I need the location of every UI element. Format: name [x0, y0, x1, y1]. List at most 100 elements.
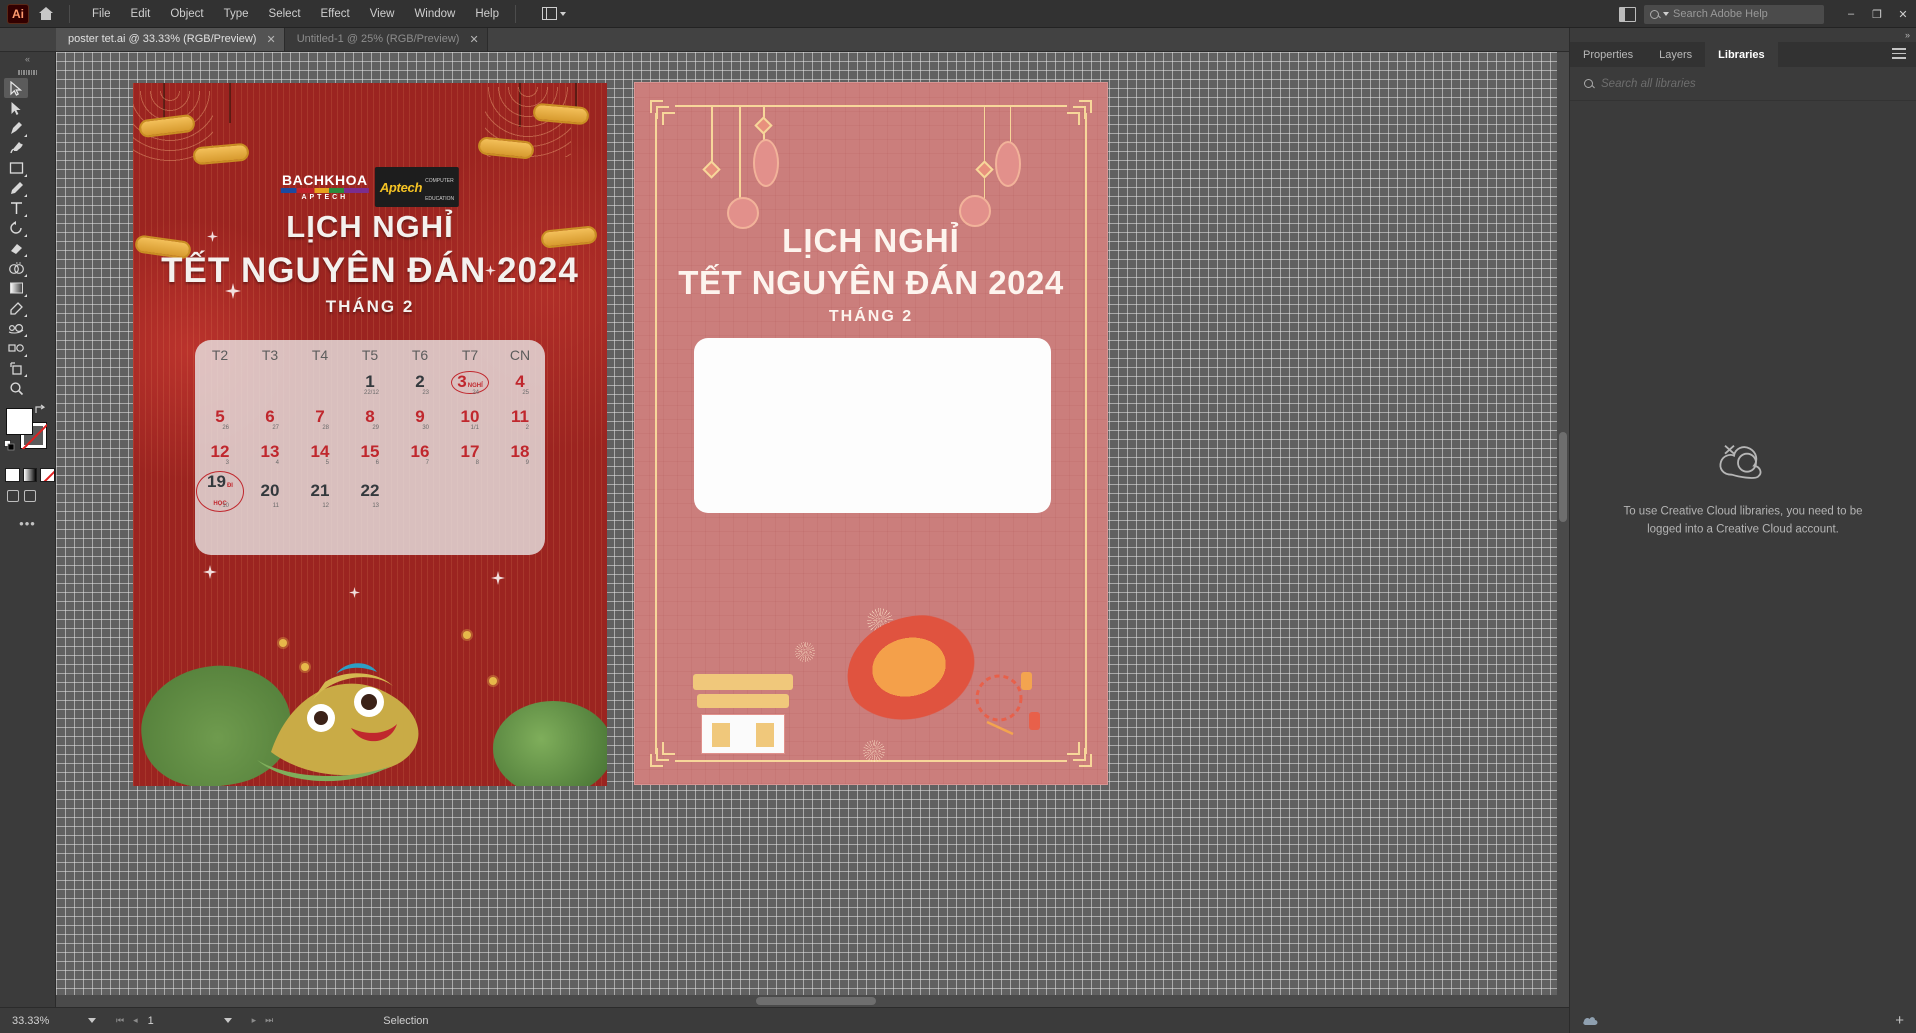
artboard-dropdown-icon[interactable]: [223, 1018, 232, 1023]
add-library-item-button[interactable]: +: [1895, 1012, 1904, 1029]
canvas-horizontal-scrollbar[interactable]: [56, 995, 1557, 1007]
calendar-day-number: 19: [207, 472, 226, 491]
edit-toolbar-button[interactable]: •••: [0, 516, 55, 531]
fill-swatch[interactable]: [6, 408, 33, 435]
close-icon[interactable]: ✕: [469, 33, 478, 46]
menu-help[interactable]: Help: [465, 0, 509, 28]
previous-artboard-icon[interactable]: ◂: [133, 1015, 138, 1026]
rectangle-tool[interactable]: [4, 158, 28, 178]
tab-properties[interactable]: Properties: [1570, 42, 1646, 67]
symbol-sprayer-tool[interactable]: [4, 338, 28, 358]
menu-view[interactable]: View: [360, 0, 405, 28]
calendar-day-highlight: 3NGHỈ: [451, 371, 489, 394]
lantern-string: [229, 83, 231, 123]
calendar-lunar-date: 8: [475, 460, 479, 466]
full-screen-mode-button[interactable]: [24, 490, 36, 502]
tool-group-indicator: [24, 354, 27, 357]
tab-layers[interactable]: Layers: [1646, 42, 1705, 67]
artboard-canvas[interactable]: BACHKHOA APTECH Aptech COMPUTER EDUCATIO…: [56, 52, 1569, 1007]
tab-libraries[interactable]: Libraries: [1705, 42, 1778, 67]
calendar-day-number: 15: [360, 442, 380, 461]
none-fill-button[interactable]: [40, 468, 56, 482]
calendar-empty-cell: [445, 470, 495, 513]
menu-window[interactable]: Window: [404, 0, 465, 28]
poster2-content-placeholder[interactable]: [694, 338, 1051, 513]
curvature-tool[interactable]: [4, 138, 28, 158]
poster2-frame-left: [655, 113, 657, 754]
direct-selection-tool[interactable]: [4, 98, 28, 118]
eyedropper-tool[interactable]: [4, 298, 28, 318]
menu-object[interactable]: Object: [160, 0, 213, 28]
menu-file[interactable]: File: [82, 0, 121, 28]
zoom-dropdown-icon[interactable]: [88, 1018, 96, 1023]
shape-builder-tool[interactable]: [4, 258, 28, 278]
gradient-tool[interactable]: [4, 278, 28, 298]
window-controls: – ❐ ✕: [1838, 0, 1916, 28]
minimize-button[interactable]: –: [1838, 0, 1864, 28]
zoom-level-field[interactable]: 33.33%: [12, 1015, 74, 1027]
artboard-tool[interactable]: [4, 358, 28, 378]
blend-tool[interactable]: [4, 318, 28, 338]
help-search-input[interactable]: Search Adobe Help: [1644, 4, 1824, 24]
poster1-subtitle: THÁNG 2: [325, 297, 415, 316]
calendar-lunar-date: 7: [425, 460, 429, 466]
zoom-tool[interactable]: [4, 378, 28, 398]
type-tool[interactable]: [4, 198, 28, 218]
gradient-fill-button[interactable]: [22, 468, 38, 482]
selection-tool[interactable]: [4, 78, 28, 98]
calendar-day-number: 5: [215, 407, 225, 426]
calendar-day-cell: 15 6: [345, 435, 395, 470]
toolbar-collapse-handle[interactable]: «: [0, 52, 55, 66]
calendar-header-t3: T3: [261, 347, 279, 363]
menu-edit[interactable]: Edit: [121, 0, 161, 28]
tool-status-label: Selection: [383, 1014, 429, 1027]
corner-ornament-icon: [650, 742, 675, 767]
home-button[interactable]: [29, 0, 63, 28]
menu-type[interactable]: Type: [214, 0, 259, 28]
artboard-poster-1[interactable]: BACHKHOA APTECH Aptech COMPUTER EDUCATIO…: [133, 83, 607, 786]
pen-tool[interactable]: [4, 118, 28, 138]
menu-effect[interactable]: Effect: [311, 0, 360, 28]
document-tab-poster-tet[interactable]: poster tet.ai @ 33.33% (RGB/Preview) ✕: [56, 27, 285, 51]
last-artboard-icon[interactable]: ⏭: [265, 1015, 273, 1026]
menu-select[interactable]: Select: [259, 0, 311, 28]
horizontal-scroll-thumb[interactable]: [756, 997, 876, 1005]
toolbar-drag-handle[interactable]: [0, 66, 55, 76]
calendar-lunar-date: 24: [472, 390, 479, 396]
canvas-vertical-scrollbar[interactable]: [1557, 52, 1569, 1007]
arrange-documents-button[interactable]: [536, 4, 572, 24]
color-fill-button[interactable]: [5, 468, 20, 482]
artboard-poster-2[interactable]: LỊCH NGHỈ TẾT NGUYÊN ĐÁN 2024 THÁNG 2: [634, 82, 1108, 785]
document-tab-untitled-1[interactable]: Untitled-1 @ 25% (RGB/Preview) ✕: [284, 27, 488, 51]
calendar-day-number: 3: [457, 372, 467, 391]
rotate-tool[interactable]: [4, 218, 28, 238]
first-artboard-icon[interactable]: ⏮: [116, 1015, 124, 1026]
eraser-tool[interactable]: [4, 238, 28, 258]
cloud-sync-icon[interactable]: [1582, 1015, 1599, 1026]
restore-button[interactable]: ❐: [1864, 0, 1890, 28]
libraries-search-row[interactable]: Search all libraries: [1570, 67, 1916, 101]
expand-panel-icon[interactable]: »: [1570, 28, 1916, 42]
calendar-day-cell: 11 2: [495, 400, 545, 435]
close-icon[interactable]: ✕: [266, 33, 275, 46]
close-button[interactable]: ✕: [1890, 0, 1916, 28]
calendar-day-cell: 12 3: [195, 435, 245, 470]
fill-mode-buttons: [5, 468, 56, 482]
swap-fill-stroke-icon[interactable]: [35, 404, 46, 415]
next-artboard-icon[interactable]: ▸: [252, 1015, 257, 1026]
arrange-documents-icon: [542, 7, 557, 20]
poster2-frame-right: [1085, 113, 1087, 754]
default-fill-stroke-icon[interactable]: [4, 440, 15, 451]
temple-roof-lower: [697, 694, 789, 708]
calendar-row: 5 26 6 27 7 28 8 29 9 30 10 1/1 11 2: [195, 400, 545, 435]
calendar-lunar-date: 12: [322, 503, 329, 509]
artboard-number-field[interactable]: 1: [148, 1015, 210, 1027]
paintbrush-tool[interactable]: [4, 178, 28, 198]
calendar-day-number: 20: [260, 481, 280, 500]
vertical-scroll-thumb[interactable]: [1559, 432, 1567, 522]
menu-divider: [69, 4, 70, 23]
normal-screen-mode-button[interactable]: [7, 490, 19, 502]
panel-menu-icon[interactable]: [1892, 48, 1906, 62]
tool-group-indicator: [24, 134, 27, 137]
document-layout-icon[interactable]: [1619, 6, 1636, 22]
